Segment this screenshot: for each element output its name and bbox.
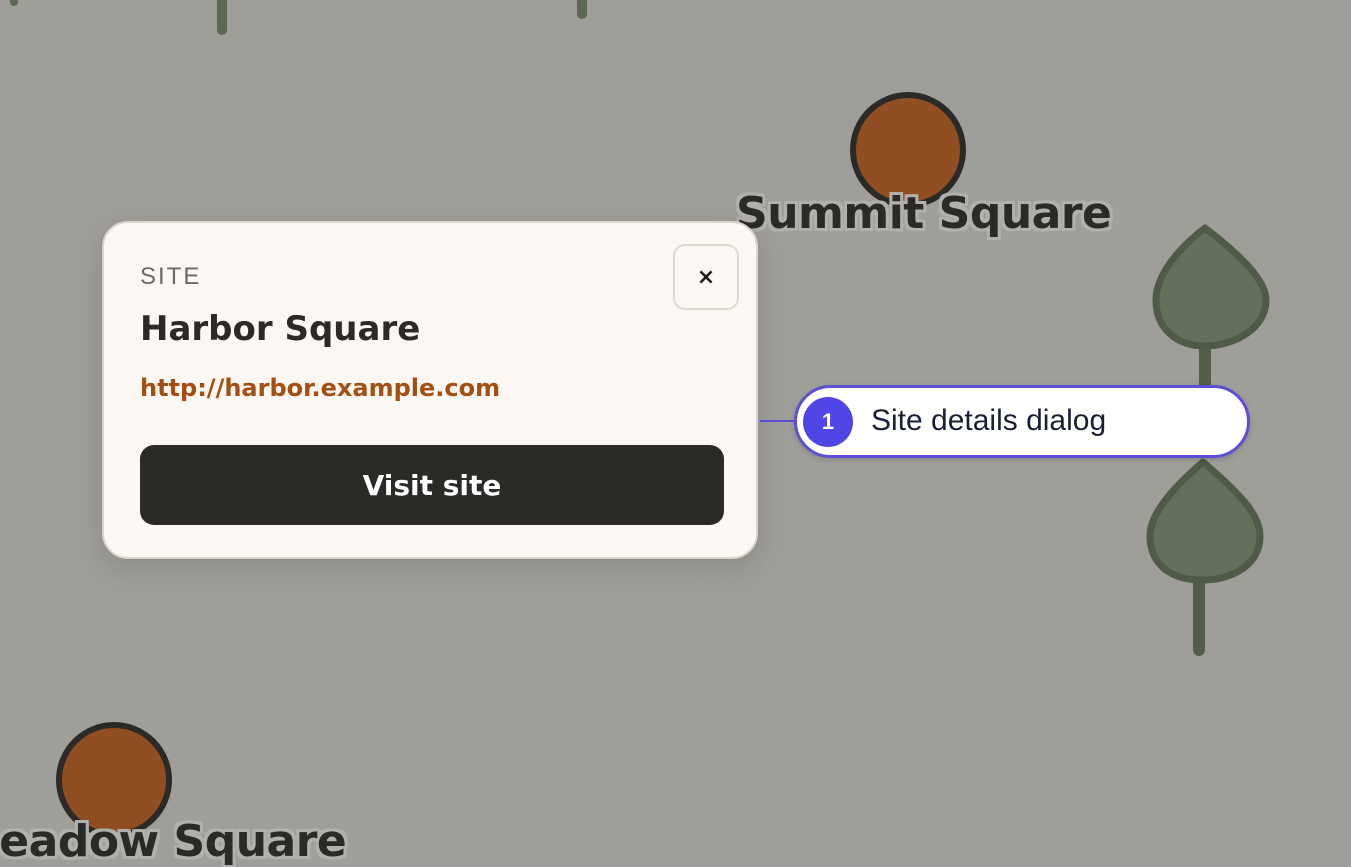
visit-site-button[interactable]: Visit site bbox=[140, 445, 724, 525]
dialog-title: Harbor Square bbox=[140, 309, 421, 349]
close-button[interactable]: × bbox=[673, 244, 739, 310]
tree-icon bbox=[1146, 458, 1264, 656]
site-url-link[interactable]: http://harbor.example.com bbox=[140, 374, 500, 402]
annotation-number-badge: 1 bbox=[803, 397, 853, 447]
annotation-callout: 1 Site details dialog bbox=[794, 385, 1250, 458]
annotation-label: Site details dialog bbox=[871, 404, 1107, 437]
map-label-summit-square[interactable]: Summit Square bbox=[736, 188, 1112, 239]
annotation-connector bbox=[760, 420, 796, 422]
site-details-dialog: SITE Harbor Square http://harbor.example… bbox=[102, 221, 758, 559]
close-icon: × bbox=[696, 264, 716, 290]
dialog-kicker: SITE bbox=[140, 263, 202, 290]
tree-icon bbox=[1152, 224, 1270, 401]
map-label-meadow-square[interactable]: Meadow Square bbox=[0, 816, 347, 867]
